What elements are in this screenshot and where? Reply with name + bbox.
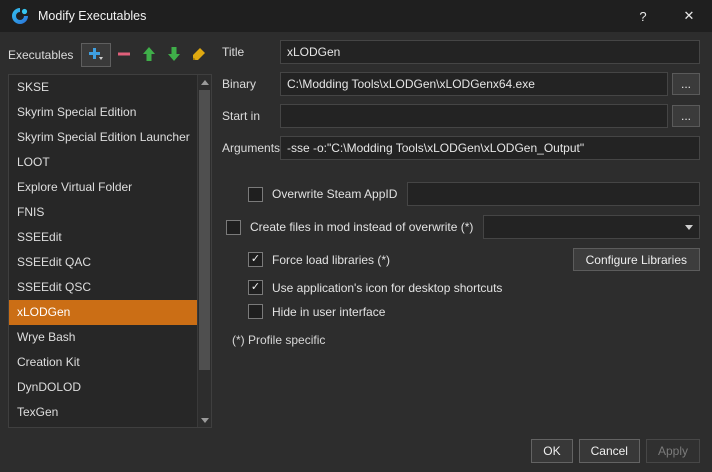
executables-list-items: SKSE Skyrim Special Edition Skyrim Speci… bbox=[9, 75, 197, 427]
list-scrollbar[interactable] bbox=[197, 75, 211, 427]
apply-button[interactable]: Apply bbox=[645, 439, 700, 463]
steam-appid-input[interactable] bbox=[407, 182, 700, 206]
list-item[interactable]: Wrye Bash bbox=[9, 325, 197, 350]
create-files-row: Create files in mod instead of overwrite… bbox=[226, 215, 700, 239]
overwrite-appid-label[interactable]: Overwrite Steam AppID bbox=[272, 187, 397, 201]
close-button[interactable]: ✕ bbox=[666, 0, 712, 32]
add-executable-button[interactable] bbox=[81, 43, 112, 67]
arrow-up-icon bbox=[141, 46, 157, 65]
plus-icon bbox=[88, 47, 104, 64]
title-label: Title bbox=[222, 45, 245, 59]
arguments-row: Arguments bbox=[222, 136, 700, 160]
create-files-label[interactable]: Create files in mod instead of overwrite… bbox=[250, 220, 473, 234]
minus-icon bbox=[117, 47, 131, 64]
titlebar: Modify Executables ? ✕ bbox=[0, 0, 712, 32]
overwrite-appid-row: Overwrite Steam AppID bbox=[248, 182, 700, 206]
start-in-label: Start in bbox=[222, 109, 261, 123]
list-item[interactable]: Creation Kit bbox=[9, 350, 197, 375]
force-load-checkbox[interactable] bbox=[248, 252, 263, 267]
binary-row: Binary ... bbox=[222, 72, 700, 96]
start-in-row: Start in ... bbox=[222, 104, 700, 128]
list-item[interactable]: Skyrim Special Edition bbox=[9, 100, 197, 125]
start-in-browse-button[interactable]: ... bbox=[672, 105, 700, 127]
list-item[interactable]: Skyrim Special Edition Launcher bbox=[9, 125, 197, 150]
list-item[interactable]: SKSE bbox=[9, 75, 197, 100]
list-item[interactable]: Explore Virtual Folder bbox=[9, 175, 197, 200]
move-down-button[interactable] bbox=[162, 43, 186, 67]
binary-browse-button[interactable]: ... bbox=[672, 73, 700, 95]
dialog-footer: OK Cancel Apply bbox=[531, 439, 700, 463]
mo2-logo-icon bbox=[11, 7, 29, 25]
title-row: Title bbox=[222, 40, 700, 64]
executables-toolbar: Executables bbox=[8, 40, 212, 70]
app-icon-checkbox[interactable] bbox=[248, 280, 263, 295]
hide-ui-label[interactable]: Hide in user interface bbox=[272, 305, 385, 319]
brush-icon bbox=[191, 46, 207, 65]
executable-form: Title Binary ... Start in ... Arguments bbox=[222, 40, 700, 428]
hide-ui-row: Hide in user interface bbox=[248, 304, 700, 319]
binary-label: Binary bbox=[222, 77, 257, 91]
force-load-label[interactable]: Force load libraries (*) bbox=[272, 253, 390, 267]
ok-button[interactable]: OK bbox=[531, 439, 573, 463]
force-load-row: Force load libraries (*) Configure Libra… bbox=[248, 248, 700, 271]
binary-input[interactable] bbox=[280, 72, 668, 96]
configure-libraries-button[interactable]: Configure Libraries bbox=[572, 248, 700, 271]
executables-panel: Executables SKSE Skyrim Special Edition … bbox=[8, 40, 212, 428]
create-files-checkbox[interactable] bbox=[226, 219, 241, 235]
list-item[interactable]: TexGen bbox=[9, 400, 197, 425]
scrollbar-thumb[interactable] bbox=[199, 90, 210, 370]
edit-title-button[interactable] bbox=[187, 43, 211, 67]
arguments-label: Arguments bbox=[222, 141, 281, 155]
remove-executable-button[interactable] bbox=[112, 43, 136, 67]
scroll-down-icon[interactable] bbox=[198, 413, 211, 427]
move-up-button[interactable] bbox=[137, 43, 161, 67]
list-item[interactable]: SSEEdit bbox=[9, 225, 197, 250]
dialog-content: Executables SKSE Skyrim Special Edition … bbox=[0, 32, 712, 428]
title-input[interactable] bbox=[280, 40, 700, 64]
list-item[interactable]: xLODGen bbox=[9, 300, 197, 325]
executables-list: SKSE Skyrim Special Edition Skyrim Speci… bbox=[8, 74, 212, 428]
arrow-down-icon bbox=[166, 46, 182, 65]
list-item[interactable]: SSEEdit QSC bbox=[9, 275, 197, 300]
start-in-input[interactable] bbox=[280, 104, 668, 128]
app-icon-row: Use application's icon for desktop short… bbox=[248, 280, 700, 295]
window-title: Modify Executables bbox=[38, 9, 147, 23]
cancel-button[interactable]: Cancel bbox=[578, 439, 640, 463]
app-icon-label[interactable]: Use application's icon for desktop short… bbox=[272, 281, 502, 295]
list-item[interactable]: DynDOLOD bbox=[9, 375, 197, 400]
overwrite-appid-checkbox[interactable] bbox=[248, 186, 263, 202]
list-item[interactable]: LOOT bbox=[9, 150, 197, 175]
profile-specific-note: (*) Profile specific bbox=[232, 333, 326, 347]
executables-label: Executables bbox=[8, 48, 74, 62]
hide-ui-checkbox[interactable] bbox=[248, 304, 263, 319]
mod-select-dropdown[interactable] bbox=[483, 215, 700, 239]
scroll-up-icon[interactable] bbox=[198, 75, 211, 89]
arguments-input[interactable] bbox=[280, 136, 700, 160]
options-section: Overwrite Steam AppID Create files in mo… bbox=[222, 182, 700, 347]
chevron-down-icon bbox=[679, 225, 699, 230]
help-button[interactable]: ? bbox=[620, 0, 666, 32]
list-item[interactable]: FNIS bbox=[9, 200, 197, 225]
list-item[interactable]: SSEEdit QAC bbox=[9, 250, 197, 275]
modify-executables-dialog: Modify Executables ? ✕ Executables SKSE … bbox=[0, 0, 712, 472]
titlebar-buttons: ? ✕ bbox=[620, 0, 712, 32]
